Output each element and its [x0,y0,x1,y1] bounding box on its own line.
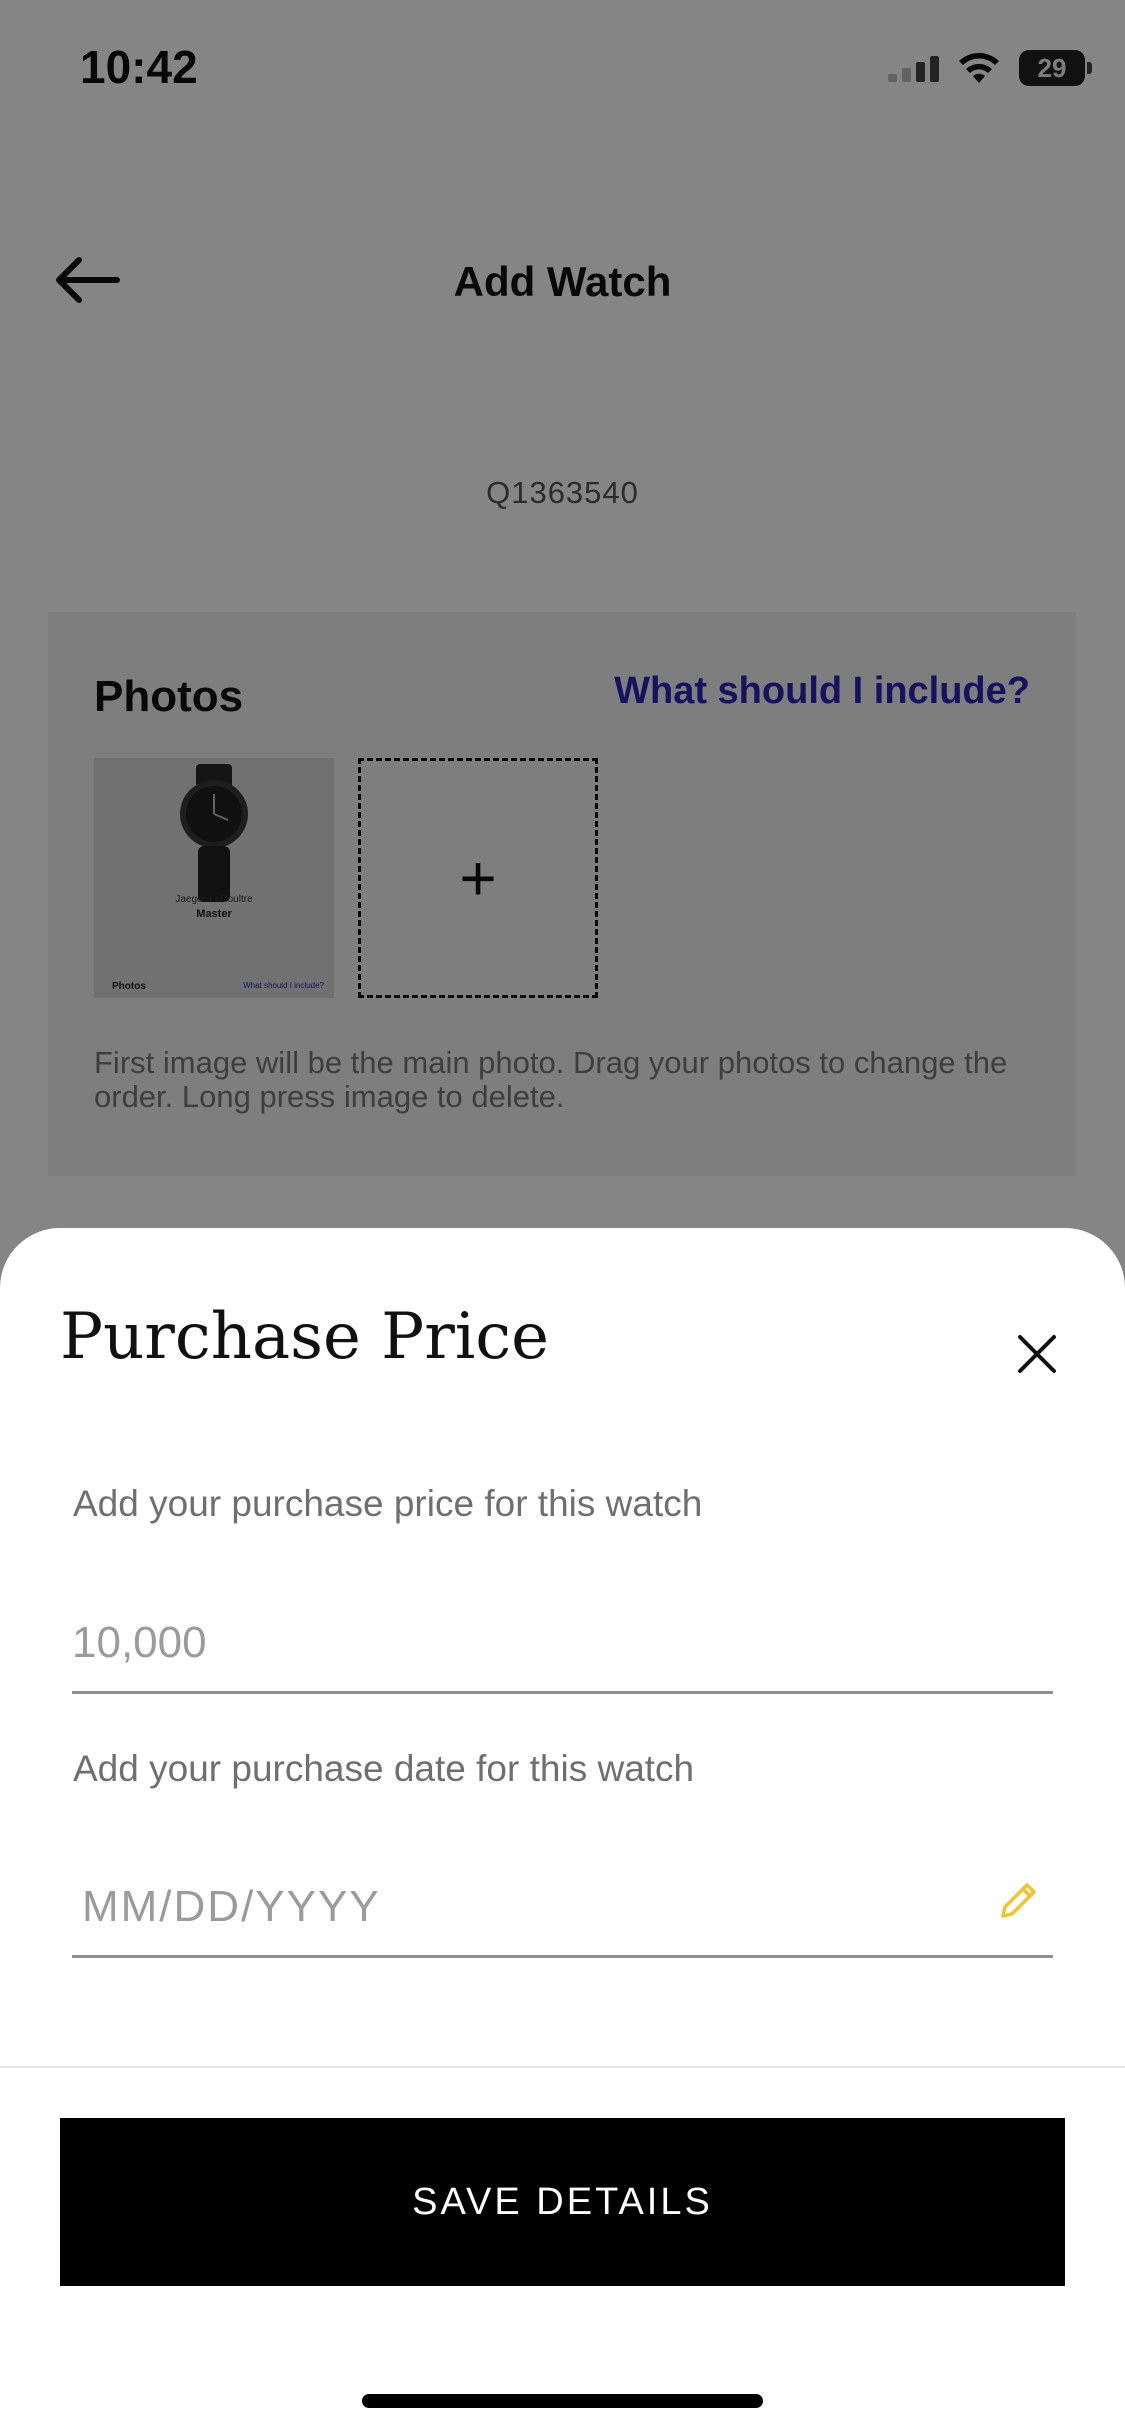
sheet-title: Purchase Price [60,1300,549,1374]
purchase-date-input[interactable] [72,1858,1053,1955]
pencil-icon[interactable] [993,1876,1043,1926]
purchase-price-sheet: Purchase Price Add your purchase price f… [0,1228,1125,2436]
home-indicator [362,2394,763,2408]
save-details-button[interactable]: SAVE DETAILS [60,2118,1065,2286]
date-field [72,1858,1053,1958]
close-button[interactable] [1009,1326,1065,1382]
price-field [72,1594,1053,1694]
close-icon [1018,1335,1056,1373]
price-field-label: Add your purchase price for this watch [73,1483,703,1524]
purchase-price-input[interactable] [72,1594,1053,1691]
app-screen: 10:42 29 Add Watch Q1363540 Photos What … [0,0,1125,2436]
date-field-label: Add your purchase date for this watch [73,1748,695,1789]
sheet-divider [0,2066,1125,2068]
